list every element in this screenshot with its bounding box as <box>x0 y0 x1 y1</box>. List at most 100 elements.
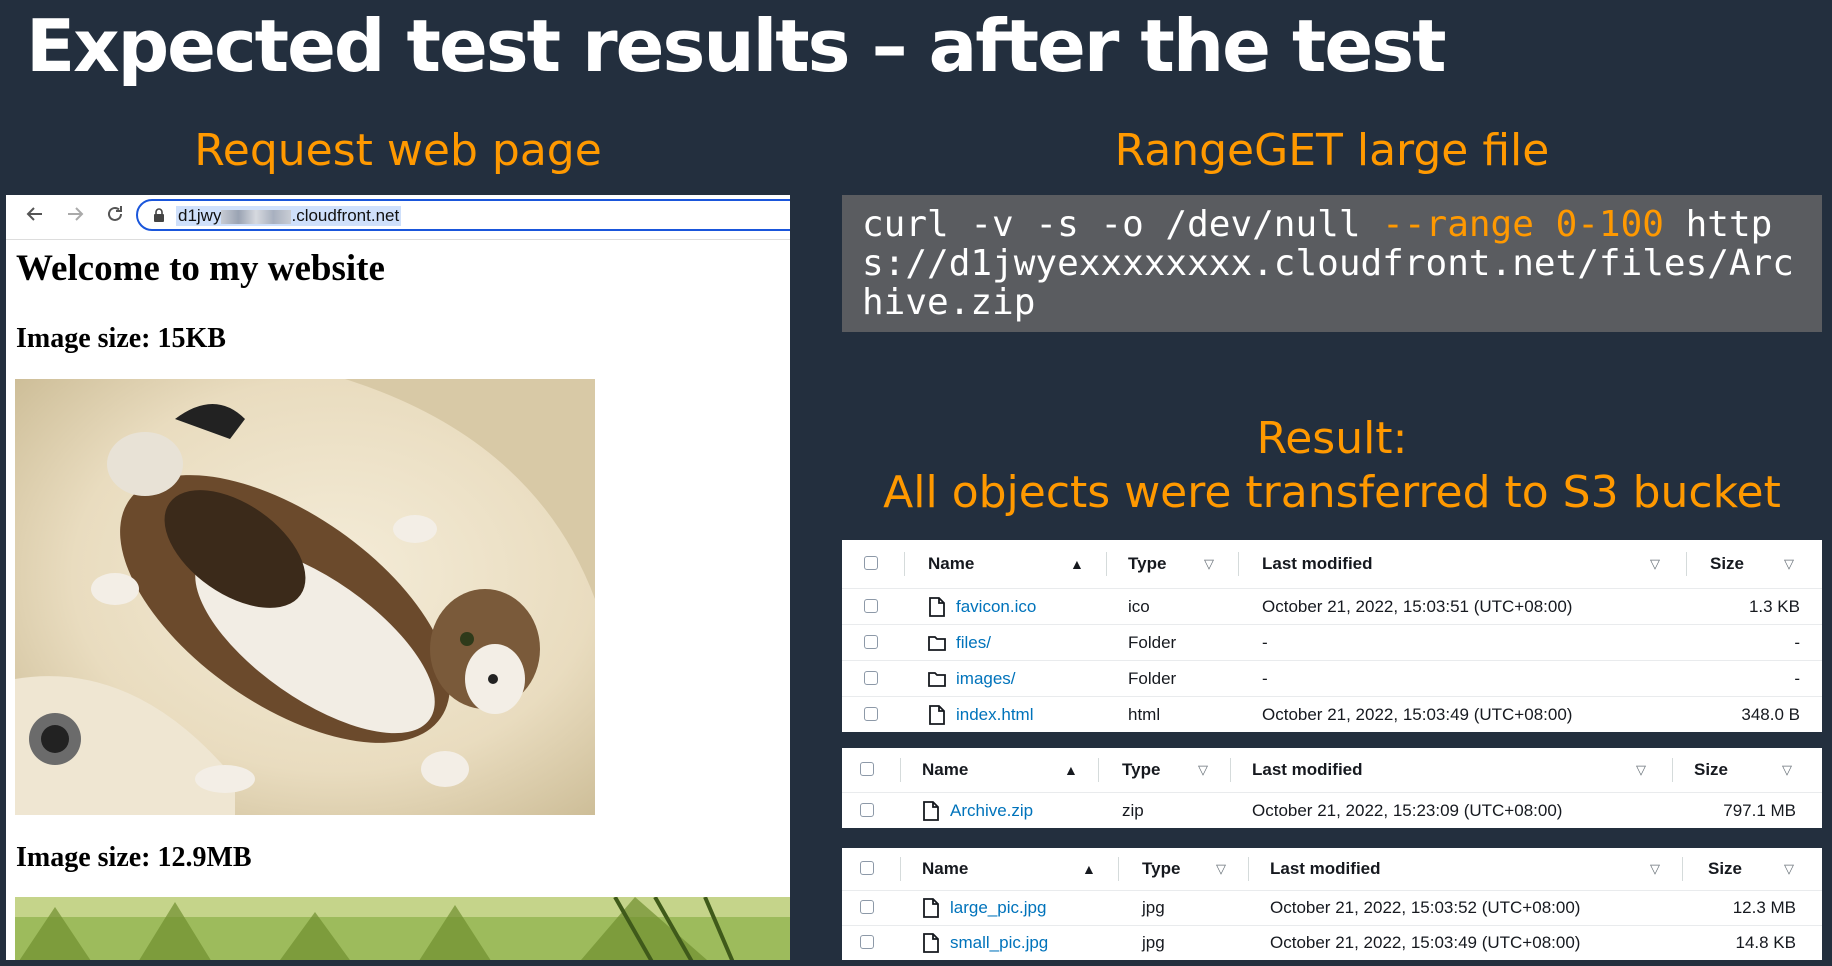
object-last-modified: - <box>1262 632 1268 652</box>
column-header-last-modified[interactable]: Last modified <box>1262 540 1373 588</box>
object-last-modified: October 21, 2022, 15:03:51 (UTC+08:00) <box>1262 596 1573 616</box>
sort-descending-icon[interactable]: ▽ <box>1784 540 1794 588</box>
object-name-link[interactable]: index.html <box>956 705 1033 725</box>
column-header-last-modified[interactable]: Last modified <box>1270 848 1381 890</box>
sort-descending-icon[interactable]: ▽ <box>1216 848 1226 890</box>
s3-files-folder-table: Name ▲ Type ▽ Last modified ▽ Size ▽ Arc… <box>842 748 1822 828</box>
reload-icon[interactable] <box>102 203 128 229</box>
url-text: d1jwy .cloudfront.net <box>176 206 402 226</box>
file-icon <box>929 596 945 617</box>
url-redacted-segment <box>221 209 292 224</box>
table-row: images/ Folder - - <box>842 661 1822 697</box>
sort-ascending-icon[interactable]: ▲ <box>1070 540 1084 588</box>
right-heading: RangeGET large file <box>1114 125 1550 176</box>
table-row: Archive.zip zip October 21, 2022, 15:23:… <box>842 793 1822 828</box>
object-name-link[interactable]: images/ <box>956 669 1016 689</box>
object-size: - <box>1794 668 1800 688</box>
object-last-modified: October 21, 2022, 15:03:49 (UTC+08:00) <box>1262 704 1573 724</box>
column-header-type[interactable]: Type <box>1128 540 1166 588</box>
sort-descending-icon[interactable]: ▽ <box>1636 748 1646 792</box>
table-header-row: Name ▲ Type ▽ Last modified ▽ Size ▽ <box>842 540 1822 589</box>
page-title: Welcome to my website <box>16 248 385 289</box>
column-header-size[interactable]: Size <box>1694 748 1728 792</box>
select-all-checkbox[interactable] <box>860 762 874 776</box>
result-heading: Result: All objects were transferred to … <box>842 412 1822 520</box>
column-header-name[interactable]: Name <box>928 540 974 588</box>
object-name-link[interactable]: small_pic.jpg <box>950 933 1048 953</box>
lock-icon <box>154 208 164 222</box>
forward-arrow-icon[interactable] <box>62 203 88 229</box>
column-header-size[interactable]: Size <box>1708 848 1742 890</box>
object-name-link[interactable]: Archive.zip <box>950 801 1033 821</box>
row-checkbox[interactable] <box>860 935 874 949</box>
file-icon <box>923 898 939 918</box>
object-type: jpg <box>1142 898 1165 917</box>
row-checkbox[interactable] <box>860 900 874 914</box>
column-header-size[interactable]: Size <box>1710 540 1744 588</box>
column-header-name[interactable]: Name <box>922 748 968 792</box>
object-size: - <box>1794 632 1800 652</box>
address-bar[interactable]: d1jwy .cloudfront.net <box>136 199 790 231</box>
file-icon <box>923 800 939 821</box>
image2-caption: Image size: 12.9MB <box>16 842 252 873</box>
object-name-link[interactable]: favicon.ico <box>956 597 1036 617</box>
object-size: 1.3 KB <box>1748 596 1800 616</box>
select-all-checkbox[interactable] <box>860 861 874 875</box>
select-all-checkbox[interactable] <box>864 556 878 570</box>
image1-caption: Image size: 15KB <box>16 323 226 354</box>
sort-descending-icon[interactable]: ▽ <box>1650 848 1660 890</box>
folder-icon <box>928 635 946 651</box>
row-checkbox[interactable] <box>864 634 878 649</box>
curl-command-block: curl -v -s -o /dev/null --range 0-100 ht… <box>842 195 1822 332</box>
range-flag-text: --range 0-100 <box>1382 204 1664 245</box>
object-size: 797.1 MB <box>1723 800 1796 820</box>
object-type: Folder <box>1128 632 1177 652</box>
result-line1: Result: <box>1256 413 1408 464</box>
table-header-row: Name ▲ Type ▽ Last modified ▽ Size ▽ <box>842 848 1822 891</box>
object-size: 348.0 B <box>1741 704 1800 724</box>
table-row: favicon.ico ico October 21, 2022, 15:03:… <box>842 589 1822 625</box>
row-checkbox[interactable] <box>864 706 878 721</box>
sort-ascending-icon[interactable]: ▲ <box>1064 748 1078 792</box>
column-header-type[interactable]: Type <box>1122 748 1160 792</box>
table-row: files/ Folder - - <box>842 625 1822 661</box>
cat-photo <box>15 379 595 815</box>
object-name-link[interactable]: files/ <box>956 633 991 653</box>
row-checkbox[interactable] <box>864 670 878 685</box>
object-type: jpg <box>1142 933 1165 952</box>
sort-descending-icon[interactable]: ▽ <box>1650 540 1660 588</box>
object-size: 14.8 KB <box>1735 933 1797 952</box>
object-type: ico <box>1128 596 1150 616</box>
grass-photo <box>15 897 790 960</box>
table-header-row: Name ▲ Type ▽ Last modified ▽ Size ▽ <box>842 748 1822 793</box>
s3-objects-table-root: Name ▲ Type ▽ Last modified ▽ Size ▽ fav… <box>842 540 1822 732</box>
back-arrow-icon[interactable] <box>22 203 48 229</box>
column-header-last-modified[interactable]: Last modified <box>1252 748 1363 792</box>
sort-descending-icon[interactable]: ▽ <box>1782 748 1792 792</box>
file-icon <box>929 704 945 725</box>
row-checkbox[interactable] <box>864 598 878 613</box>
table-row: large_pic.jpg jpg October 21, 2022, 15:0… <box>842 891 1822 926</box>
folder-icon <box>928 671 946 687</box>
sort-descending-icon[interactable]: ▽ <box>1198 748 1208 792</box>
sort-ascending-icon[interactable]: ▲ <box>1082 848 1096 890</box>
row-checkbox[interactable] <box>860 802 874 817</box>
object-type: zip <box>1122 800 1144 820</box>
url-suffix: .cloudfront.net <box>291 206 400 225</box>
object-type: html <box>1128 704 1161 724</box>
sort-descending-icon[interactable]: ▽ <box>1204 540 1214 588</box>
object-last-modified: October 21, 2022, 15:03:49 (UTC+08:00) <box>1270 933 1581 952</box>
sort-descending-icon[interactable]: ▽ <box>1784 848 1794 890</box>
browser-toolbar: d1jwy .cloudfront.net <box>6 195 790 240</box>
s3-images-folder-table: Name ▲ Type ▽ Last modified ▽ Size ▽ lar… <box>842 848 1822 960</box>
left-heading: Request web page <box>194 125 602 176</box>
browser-window: d1jwy .cloudfront.net Welcome to my websi… <box>6 195 790 960</box>
object-name-link[interactable]: large_pic.jpg <box>950 898 1046 918</box>
object-size: 12.3 MB <box>1732 898 1796 917</box>
table-row: small_pic.jpg jpg October 21, 2022, 15:0… <box>842 926 1822 960</box>
object-last-modified: - <box>1262 668 1268 688</box>
column-header-type[interactable]: Type <box>1142 848 1180 890</box>
object-type: Folder <box>1128 668 1177 688</box>
column-header-name[interactable]: Name <box>922 848 968 890</box>
object-last-modified: October 21, 2022, 15:03:52 (UTC+08:00) <box>1270 898 1581 917</box>
